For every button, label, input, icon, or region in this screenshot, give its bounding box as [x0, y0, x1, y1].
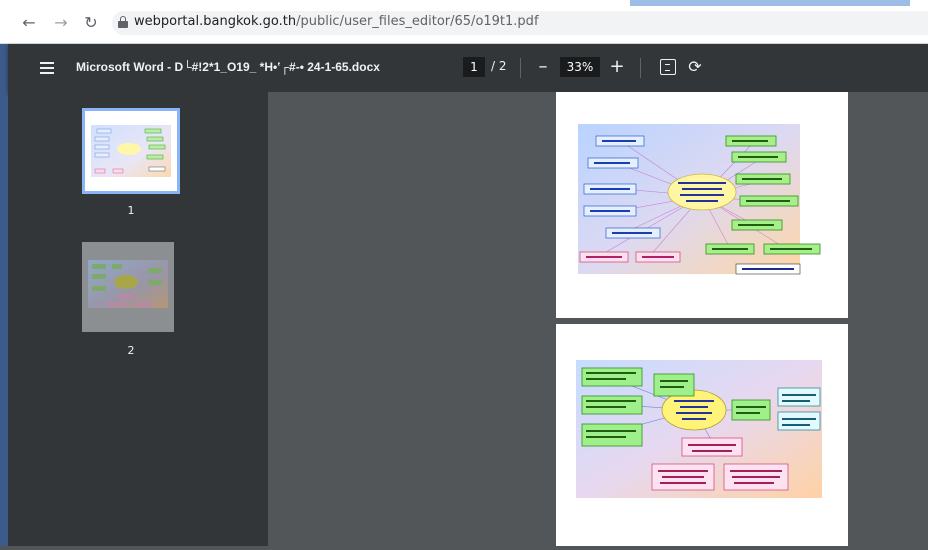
pdf-viewer[interactable]	[268, 92, 928, 546]
thumbnail-label: 2	[127, 344, 135, 357]
thumbnail-label: 1	[127, 204, 135, 217]
zoom-in-button[interactable]: +	[606, 56, 628, 78]
mind-map-image-1	[578, 124, 821, 275]
zoom-input[interactable]: 33%	[560, 57, 600, 77]
mind-map-image-2	[576, 360, 822, 498]
page-number-input[interactable]: 1	[463, 57, 485, 77]
toolbar-divider	[640, 58, 641, 78]
page-thumbnail-2[interactable]	[82, 242, 180, 332]
thumbnail-1-image	[85, 111, 177, 191]
tab-strip-accent	[630, 0, 910, 6]
lock-icon[interactable]	[118, 16, 128, 28]
menu-icon[interactable]	[40, 62, 54, 74]
reload-icon[interactable]: ↻	[82, 14, 100, 32]
zoom-out-button[interactable]: –	[532, 56, 554, 78]
fit-to-page-icon[interactable]	[660, 59, 676, 75]
forward-arrow-icon[interactable]: →	[52, 14, 70, 32]
pdf-toolbar: Microsoft Word - D└#!2*1_O19_ *H•ʽ┌#-• 2…	[8, 44, 928, 92]
page-thumbnail-1[interactable]	[82, 108, 180, 194]
page-total: / 2	[491, 59, 507, 73]
thumbnail-2-image	[82, 242, 174, 332]
url-path: /public/user_files_editor/65/o19t1.pdf	[296, 14, 539, 29]
pdf-page-1	[556, 92, 848, 318]
browser-toolbar: ← → ↻ webportal.bangkok.go.th/public/use…	[0, 0, 928, 44]
url-text[interactable]: webportal.bangkok.go.th/public/user_file…	[134, 14, 539, 29]
rotate-icon[interactable]: ⟳	[686, 58, 704, 76]
pdf-page-2	[556, 324, 848, 546]
thumbnail-sidebar: 1 2	[8, 92, 268, 546]
window-edge	[0, 0, 8, 546]
url-host: webportal.bangkok.go.th	[134, 14, 297, 29]
toolbar-divider	[520, 58, 521, 78]
back-arrow-icon[interactable]: ←	[20, 14, 38, 32]
document-title: Microsoft Word - D└#!2*1_O19_ *H•ʽ┌#-• 2…	[76, 60, 380, 74]
